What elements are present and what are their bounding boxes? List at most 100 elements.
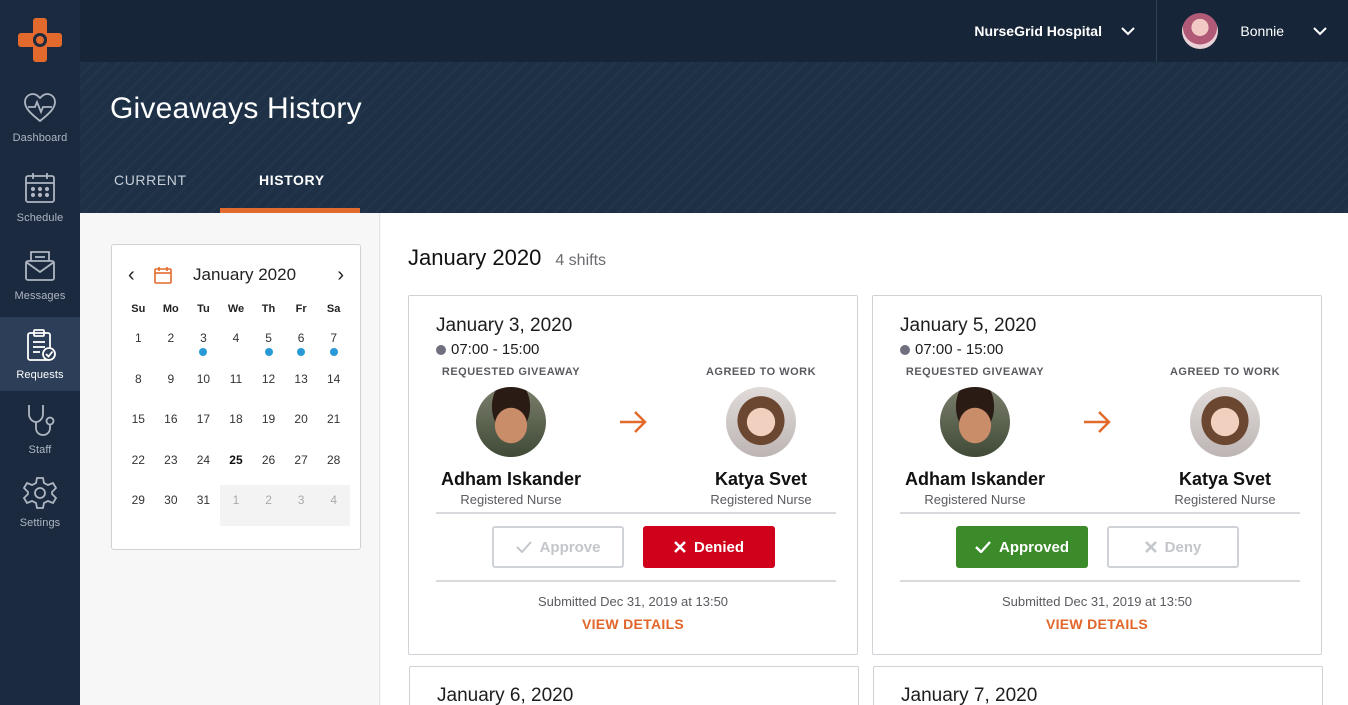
- calendar-day[interactable]: 1: [122, 323, 155, 364]
- view-details-link[interactable]: VIEW DETAILS: [409, 616, 857, 632]
- view-details-link[interactable]: VIEW DETAILS: [873, 616, 1321, 632]
- requester: REQUESTED GIVEAWAY Adham Iskander Regist…: [900, 366, 1050, 507]
- shift-time-text: 07:00 - 15:00: [451, 341, 540, 358]
- sidebar-item-settings[interactable]: Settings: [0, 465, 80, 539]
- day-number: 25: [229, 452, 243, 467]
- calendar-day[interactable]: 24: [187, 445, 220, 486]
- user-name: Bonnie: [1240, 23, 1284, 39]
- sidebar-item-requests[interactable]: Requests: [0, 317, 80, 391]
- submitted-timestamp: Submitted Dec 31, 2019 at 13:50: [1001, 594, 1193, 609]
- calendar-day[interactable]: 12: [252, 364, 285, 405]
- envelope-icon: [25, 251, 55, 281]
- sidebar-item-label: Staff: [28, 444, 52, 456]
- calendar-day[interactable]: 26: [252, 445, 285, 486]
- shift-time: 07:00 - 15:00: [900, 341, 1003, 358]
- sidebar-item-label: Dashboard: [12, 132, 68, 144]
- calendar-day[interactable]: 22: [122, 445, 155, 486]
- tab-history[interactable]: HISTORY: [259, 172, 325, 188]
- approve-button[interactable]: Approve: [492, 526, 624, 568]
- arrow-right-icon: [1084, 411, 1111, 433]
- calendar-day[interactable]: 31: [187, 485, 220, 526]
- calendar-day[interactable]: 15: [122, 404, 155, 445]
- requested-label: REQUESTED GIVEAWAY: [441, 366, 581, 378]
- calendar-day[interactable]: 25: [220, 445, 253, 486]
- shift-date: January 7, 2020: [901, 685, 1038, 705]
- sidebar-item-staff[interactable]: Staff: [0, 392, 80, 466]
- day-number: 27: [294, 452, 308, 467]
- calendar-day[interactable]: 1: [219, 485, 253, 526]
- day-number: 4: [232, 331, 240, 345]
- acceptor-role: Registered Nurse: [710, 492, 812, 507]
- top-divider: [1156, 0, 1157, 62]
- calendar-day[interactable]: 17: [187, 404, 220, 445]
- calendar-day[interactable]: 27: [285, 445, 318, 486]
- org-switcher[interactable]: NurseGrid Hospital: [974, 0, 1136, 62]
- calendar-day[interactable]: 20: [285, 404, 318, 445]
- sidebar-item-dashboard[interactable]: Dashboard: [0, 80, 80, 154]
- weekday-label: Th: [261, 303, 276, 315]
- weekday-label: Tu: [197, 303, 210, 315]
- deny-label: Deny: [1164, 538, 1202, 556]
- user-menu[interactable]: Bonnie: [1182, 0, 1328, 62]
- shift-marker-dot: [264, 348, 273, 356]
- calendar-day[interactable]: 3: [187, 323, 220, 364]
- deny-button[interactable]: Deny: [1107, 526, 1239, 568]
- page-title: Giveaways History: [110, 92, 362, 125]
- day-number: 29: [131, 493, 145, 507]
- sidebar-item-schedule[interactable]: Schedule: [0, 160, 80, 234]
- agreed-label: AGREED TO WORK: [1169, 366, 1281, 378]
- day-number: 13: [294, 371, 308, 386]
- calendar-day[interactable]: 13: [285, 364, 318, 405]
- calendar-day[interactable]: 2: [252, 485, 285, 526]
- day-number: 15: [131, 412, 145, 426]
- giveaway-card: January 6, 2020: [409, 666, 859, 705]
- shift-date: January 3, 2020: [436, 315, 573, 336]
- day-number: 31: [196, 493, 211, 507]
- calendar-day[interactable]: 9: [155, 364, 188, 405]
- calendar-day[interactable]: 21: [317, 404, 350, 445]
- requested-label: REQUESTED GIVEAWAY: [905, 366, 1045, 378]
- day-number: 24: [196, 452, 211, 467]
- calendar-day[interactable]: 28: [317, 445, 350, 486]
- day-number: 17: [196, 412, 211, 426]
- calendar-day[interactable]: 29: [122, 485, 155, 526]
- next-month-button[interactable]: ›: [337, 263, 344, 287]
- requester-name: Adham Iskander: [440, 469, 582, 489]
- weekday-label: Sa: [326, 303, 341, 315]
- day-number: 12: [261, 371, 276, 386]
- divider: [900, 580, 1300, 582]
- calendar-day[interactable]: 16: [155, 404, 188, 445]
- calendar-day[interactable]: 6: [285, 323, 318, 364]
- calendar-day[interactable]: 5: [252, 323, 285, 364]
- calendar-day[interactable]: 23: [155, 445, 188, 486]
- denied-button[interactable]: Denied: [643, 526, 775, 568]
- approved-button[interactable]: Approved: [956, 526, 1088, 568]
- calendar-day[interactable]: 3: [284, 485, 318, 526]
- calendar-day[interactable]: 8: [122, 364, 155, 405]
- calendar-day[interactable]: 2: [155, 323, 188, 364]
- calendar-day[interactable]: 14: [317, 364, 350, 405]
- calendar-day[interactable]: 30: [155, 485, 188, 526]
- weekday-label: We: [227, 303, 245, 315]
- day-number: 10: [196, 371, 211, 386]
- sidebar-item-label: Requests: [16, 369, 64, 381]
- calendar-day[interactable]: 11: [220, 364, 253, 405]
- sidebar-item-messages[interactable]: Messages: [0, 238, 80, 312]
- day-number: 19: [261, 412, 276, 426]
- nursegrid-logo[interactable]: [0, 0, 80, 80]
- submitted-timestamp: Submitted Dec 31, 2019 at 13:50: [537, 594, 729, 609]
- calendar-day[interactable]: 10: [187, 364, 220, 405]
- calendar-day[interactable]: 19: [252, 404, 285, 445]
- top-bar: NurseGrid Hospital Bonnie: [80, 0, 1348, 62]
- shift-date: January 6, 2020: [437, 685, 574, 705]
- calendar-day[interactable]: 7: [317, 323, 350, 364]
- prev-month-button[interactable]: ‹: [128, 263, 135, 287]
- arrow-right-icon: [620, 411, 647, 433]
- calendar-day[interactable]: 4: [317, 485, 350, 526]
- calendar-day[interactable]: 4: [220, 323, 253, 364]
- weekday-label: Mo: [162, 303, 179, 315]
- calendar-day[interactable]: 18: [220, 404, 253, 445]
- tab-current[interactable]: CURRENT: [114, 172, 187, 188]
- day-number: 8: [134, 371, 142, 386]
- day-number: 18: [229, 412, 243, 426]
